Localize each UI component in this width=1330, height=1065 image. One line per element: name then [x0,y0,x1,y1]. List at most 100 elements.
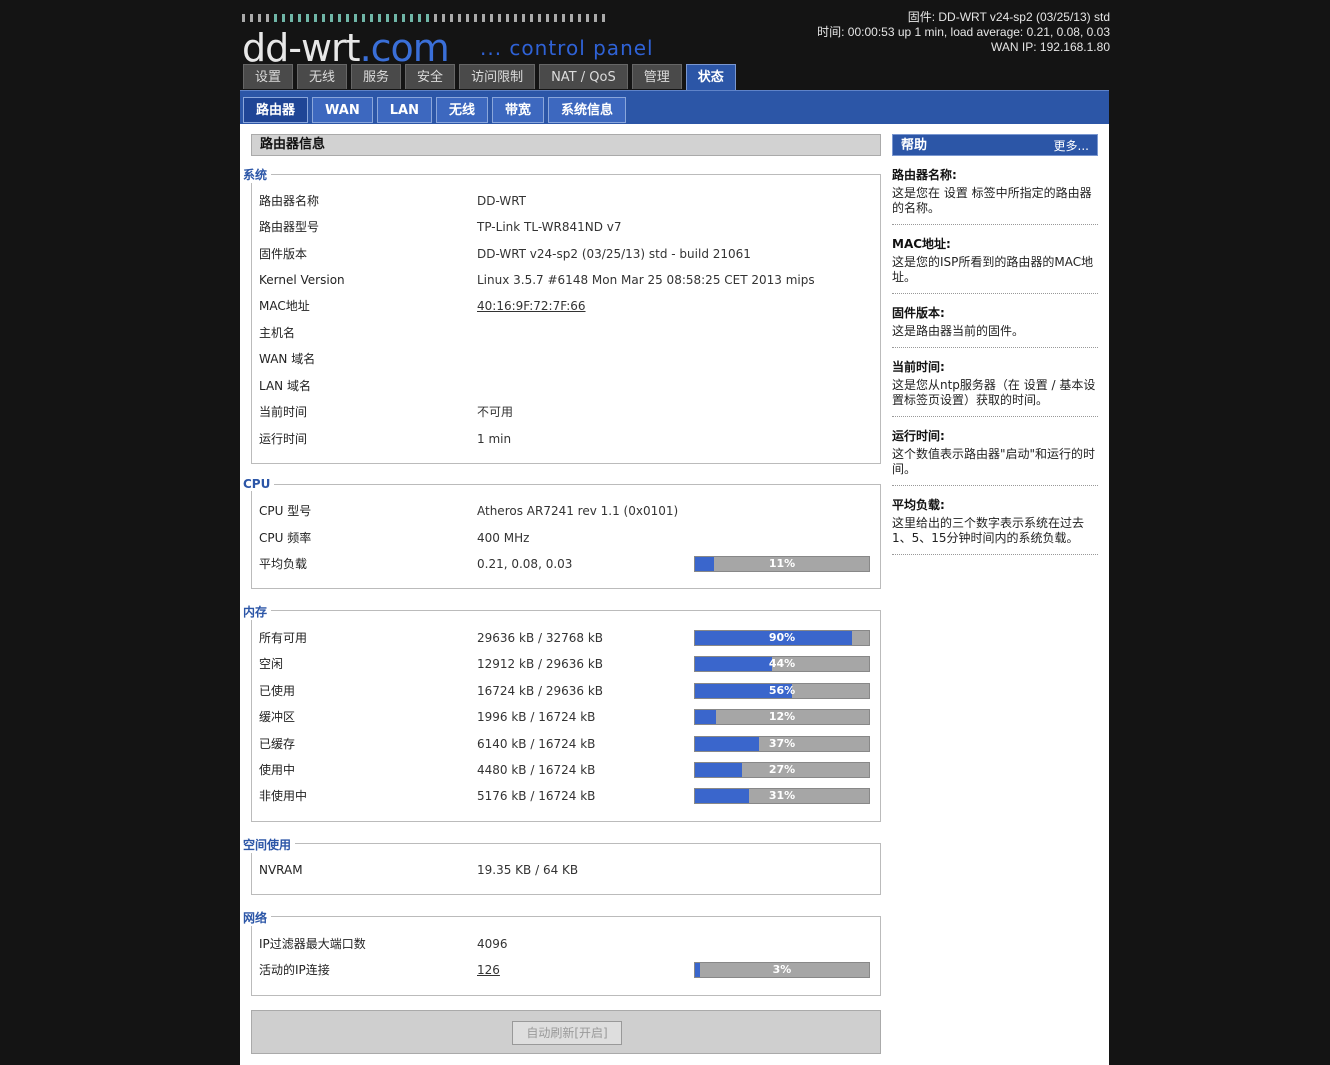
row-label: 路由器名称 [259,194,320,208]
cpu-row: CPU 频率 400 MHz [259,528,871,548]
row-value: 6140 kB / 16724 kB [477,737,596,751]
row-label: 已使用 [259,684,296,698]
tab-5[interactable]: NAT / QoS [539,64,628,89]
memory-legend: 内存 [243,603,272,620]
row-label: 当前时间 [259,405,308,419]
system-row: MAC地址 40:16:9F:72:7F:66 [259,296,871,316]
system-row: WAN 域名 [259,349,871,369]
progress-bar: 27% [694,762,870,778]
row-value: Linux 3.5.7 #6148 Mon Mar 25 08:58:25 CE… [477,273,815,287]
tab-7[interactable]: 状态 [685,64,736,91]
auto-refresh-button[interactable]: 自动刷新[开启] [512,1021,622,1045]
tab-6[interactable]: 管理 [631,64,682,89]
help-item-desc: 这是您在 设置 标签中所指定的路由器的名称。 [892,186,1092,215]
help-item: 路由器名称: 这是您在 设置 标签中所指定的路由器的名称。 [892,156,1098,225]
row-label: 活动的IP连接 [259,963,330,977]
help-item-desc: 这是路由器当前的固件。 [892,324,1025,338]
subtab-1[interactable]: WAN [312,97,373,123]
footer-bar: 自动刷新[开启] [251,1010,881,1054]
row-label: CPU 型号 [259,504,312,518]
main-panel: 路由器信息 系统 路由器名称 DD-WRT 路由器型号 TP-Link TL-WR841… [243,134,881,1054]
memory-row: 缓冲区 1996 kB / 16724 kB 12% [259,707,871,727]
row-value-link[interactable]: 126 [477,960,500,980]
progress-bar: 12% [694,709,870,725]
row-value: 1996 kB / 16724 kB [477,710,596,724]
row-value: 不可用 [477,405,514,419]
tab-2[interactable]: 服务 [351,64,402,89]
progress-label: 44% [768,657,796,670]
row-label: 运行时间 [259,432,308,446]
row-value: DD-WRT v24-sp2 (03/25/13) std - build 21… [477,247,751,261]
help-item: 固件版本: 这是路由器当前的固件。 [892,294,1098,348]
system-row: 主机名 [259,323,871,343]
progress-label: 3% [772,963,792,976]
memory-row: 使用中 4480 kB / 16724 kB 27% [259,760,871,780]
system-row: LAN 域名 [259,376,871,396]
tab-3[interactable]: 安全 [405,64,456,89]
cpu-legend: CPU [243,477,275,491]
row-label: 固件版本 [259,247,308,261]
help-item-title: 当前时间: [892,360,945,374]
tab-4[interactable]: 访问限制 [459,64,536,89]
row-value: 5176 kB / 16724 kB [477,789,596,803]
help-item: 当前时间: 这是您从ntp服务器（在 设置 / 基本设置标签页设置）获取的时间。 [892,348,1098,417]
network-row: IP过滤器最大端口数 4096 [259,934,871,954]
progress-label: 11% [768,557,796,570]
row-label: MAC地址 [259,299,310,313]
network-fieldset [251,916,881,996]
system-row: 运行时间 1 min [259,429,871,449]
progress-label: 12% [768,710,796,723]
row-label: 非使用中 [259,789,308,803]
memory-row: 所有可用 29636 kB / 32768 kB 90% [259,628,871,648]
tab-1[interactable]: 无线 [297,64,348,89]
memory-row: 空闲 12912 kB / 29636 kB 44% [259,654,871,674]
cpu-row: CPU 型号 Atheros AR7241 rev 1.1 (0x0101) [259,501,871,521]
help-item-desc: 这是您从ntp服务器（在 设置 / 基本设置标签页设置）获取的时间。 [892,378,1096,407]
row-value-link[interactable]: 40:16:9F:72:7F:66 [477,296,586,316]
row-value: 19.35 KB / 64 KB [477,863,579,877]
control-panel-tagline: ... control panel [480,36,654,60]
help-item-title: MAC地址: [892,237,951,251]
progress-bar: 37% [694,736,870,752]
help-item-desc: 这里给出的三个数字表示系统在过去1、5、15分钟时间内的系统负载。 [892,516,1085,545]
subtab-4[interactable]: 带宽 [491,97,544,123]
help-item-desc: 这是您的ISP所看到的路由器的MAC地址。 [892,255,1094,284]
system-legend: 系统 [243,166,272,183]
help-more-link[interactable]: 更多... [1054,135,1089,157]
row-label: WAN 域名 [259,352,316,366]
row-label: 已缓存 [259,737,296,751]
subtab-2[interactable]: LAN [376,97,432,123]
help-header: 帮助 更多... [892,134,1098,156]
system-row: Kernel Version Linux 3.5.7 #6148 Mon Mar … [259,270,871,290]
sub-tabs: 路由器 WAN LAN 无线 带宽 系统信息 [243,97,626,123]
row-value: 16724 kB / 29636 kB [477,684,604,698]
space-row: NVRAM 19.35 KB / 64 KB [259,860,871,880]
network-row: 活动的IP连接 126 3% [259,960,871,980]
row-value: 4480 kB / 16724 kB [477,763,596,777]
progress-label: 56% [768,684,796,697]
progress-bar: 3% [694,962,870,978]
row-label: IP过滤器最大端口数 [259,937,366,951]
subtab-0[interactable]: 路由器 [243,97,309,123]
row-label: LAN 域名 [259,379,311,393]
progress-bar: 11% [694,556,870,572]
row-value: DD-WRT [477,194,526,208]
subtab-5[interactable]: 系统信息 [547,97,626,123]
row-label: NVRAM [259,863,303,877]
progress-bar: 90% [694,630,870,646]
row-label: 所有可用 [259,631,308,645]
progress-label: 90% [768,631,796,644]
firmware-line: 固件: DD-WRT v24-sp2 (03/25/13) std [907,10,1110,24]
row-value: 400 MHz [477,531,530,545]
progress-label: 27% [768,763,796,776]
row-label: 使用中 [259,763,296,777]
row-value: 1 min [477,432,512,446]
row-value: 0.21, 0.08, 0.03 [477,557,573,571]
subtab-3[interactable]: 无线 [435,97,488,123]
time-line: 时间: 00:00:53 up 1 min, load average: 0.2… [817,25,1110,39]
tab-0[interactable]: 设置 [243,64,294,89]
memory-row: 已使用 16724 kB / 29636 kB 56% [259,681,871,701]
progress-bar: 31% [694,788,870,804]
main-tabs: 设置 无线 服务 安全 访问限制 NAT / QoS 管理 状态 [243,64,736,91]
help-item-title: 固件版本: [892,306,945,320]
